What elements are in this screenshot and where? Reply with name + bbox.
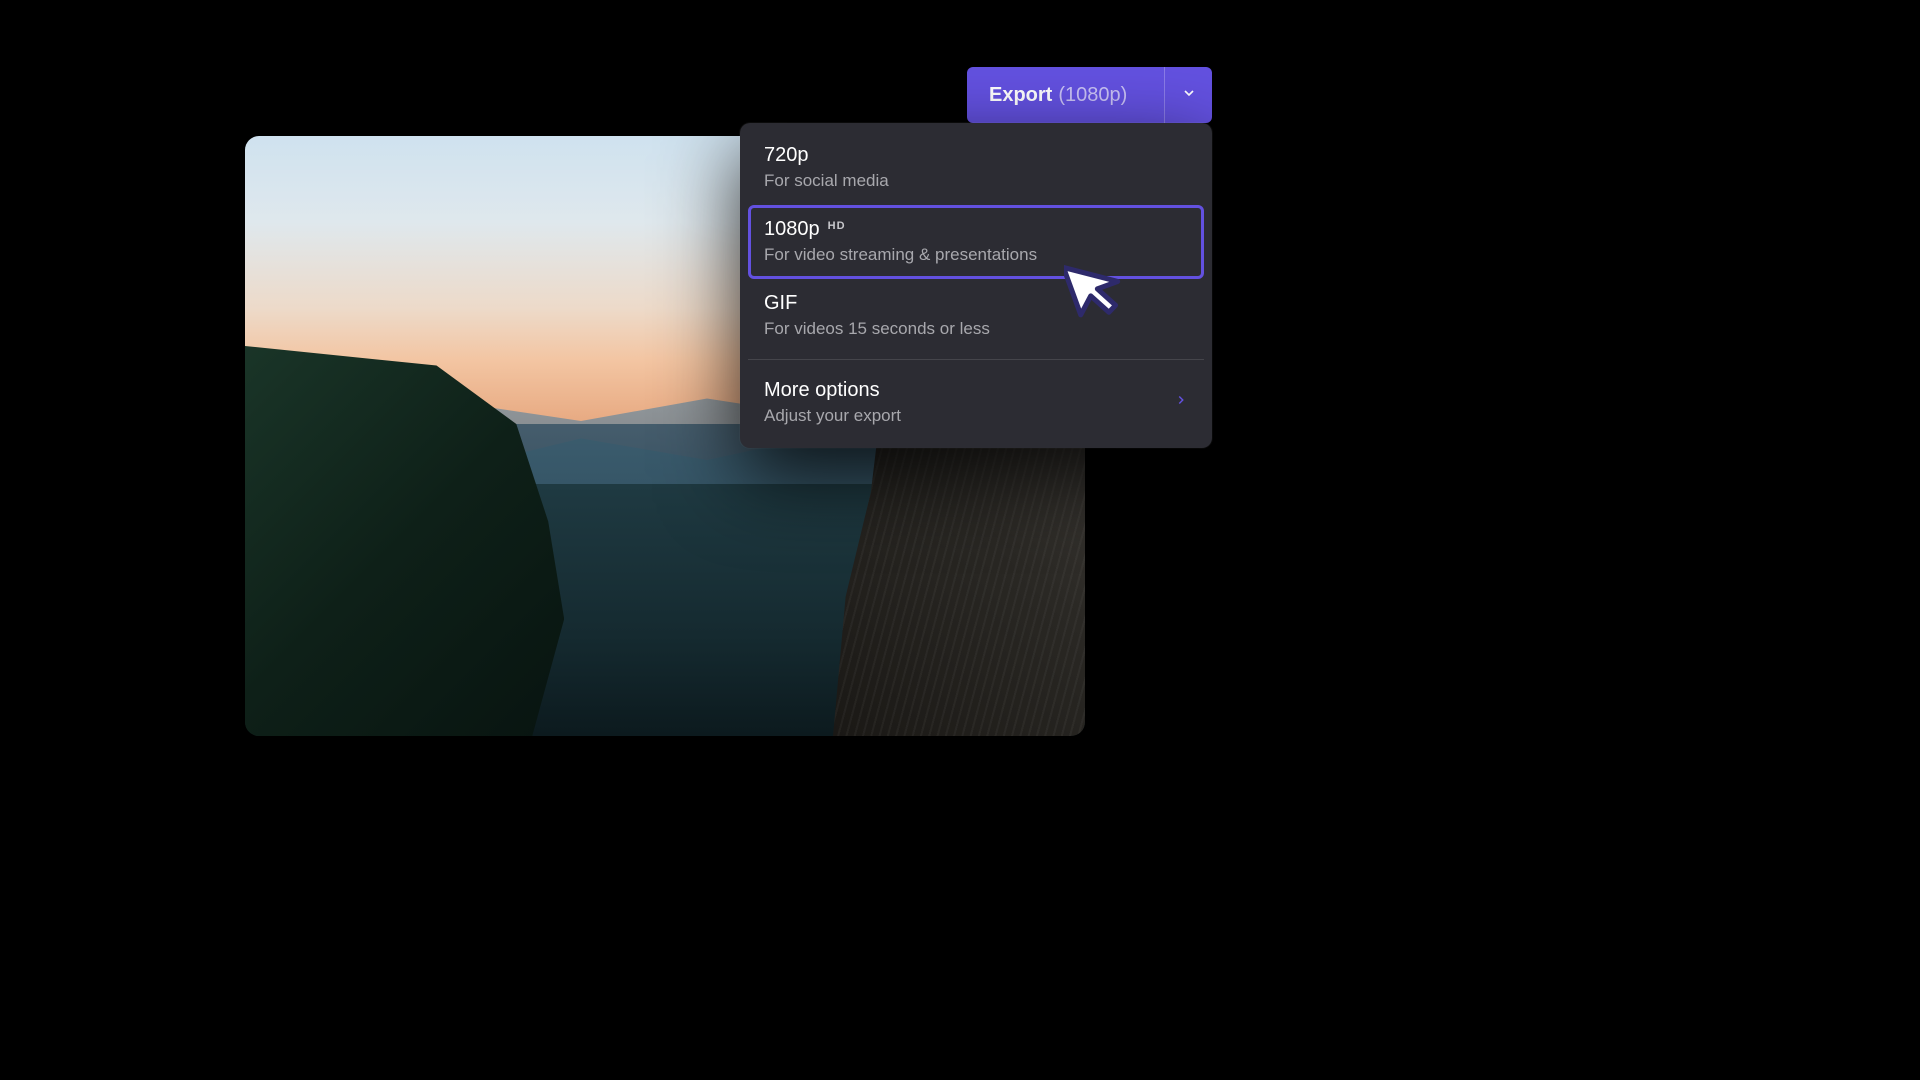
export-button-label: Export	[989, 84, 1052, 107]
export-button[interactable]: Export (1080p)	[967, 67, 1164, 123]
export-option-720p[interactable]: 720p For social media	[748, 131, 1204, 205]
export-dropdown-toggle[interactable]	[1164, 67, 1212, 123]
export-option-title: 720p	[764, 144, 809, 167]
chevron-down-icon	[1181, 85, 1197, 106]
more-options-subtitle: Adjust your export	[764, 406, 1174, 426]
export-more-options[interactable]: More options Adjust your export	[748, 366, 1204, 440]
export-option-subtitle: For videos 15 seconds or less	[764, 319, 1188, 339]
export-option-gif[interactable]: GIF For videos 15 seconds or less	[748, 279, 1204, 353]
more-options-title: More options	[764, 379, 1174, 402]
export-option-title: 1080p	[764, 218, 820, 241]
export-options-dropdown: 720p For social media 1080p HD For video…	[740, 123, 1212, 448]
export-option-subtitle: For video streaming & presentations	[764, 245, 1188, 265]
export-option-title: GIF	[764, 292, 797, 315]
export-option-1080p[interactable]: 1080p HD For video streaming & presentat…	[748, 205, 1204, 279]
hd-badge: HD	[828, 220, 846, 232]
export-button-resolution: (1080p)	[1058, 84, 1127, 107]
export-option-subtitle: For social media	[764, 171, 1188, 191]
chevron-right-icon	[1174, 393, 1188, 412]
divider	[748, 359, 1204, 360]
export-split-button: Export (1080p)	[967, 67, 1212, 123]
